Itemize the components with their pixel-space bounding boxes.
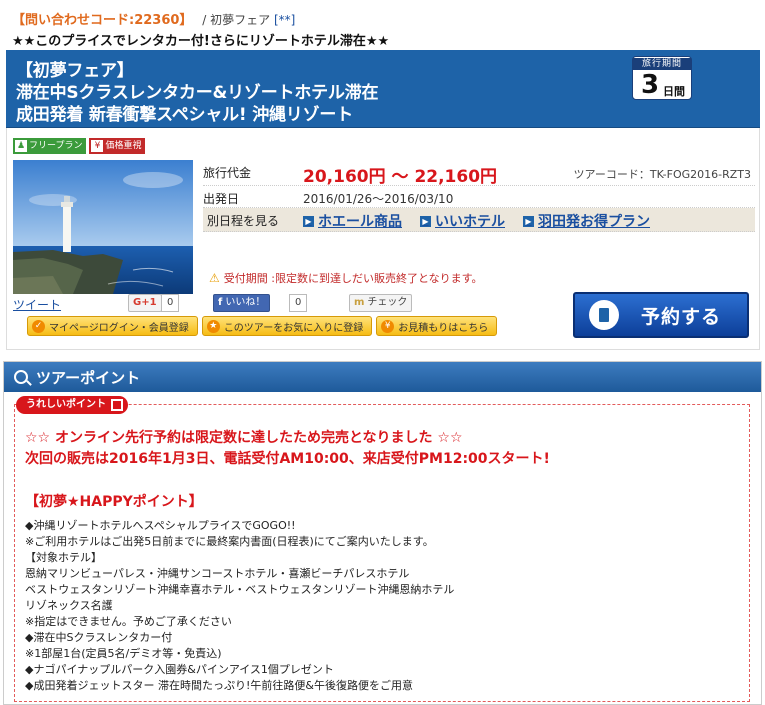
- tour-points-header: ツアーポイント: [4, 362, 761, 392]
- tour-main-panel: ♟ フリープラン ¥ 価格重視 旅行代金 20,160円 ～ 22,160円 ツ…: [6, 128, 760, 350]
- reserve-button[interactable]: 予約する: [573, 292, 749, 338]
- alt-schedule-links: ▶ ホエール商品 ▶ いいホテル ▶ 羽田発お得プラン: [303, 211, 650, 231]
- point-line: ※ご利用ホテルはご出発5日前までに最終案内書面(日程表)にてご案内いたします。: [25, 535, 434, 548]
- departure-row: 出発日 2016/01/26～2016/03/10: [203, 186, 755, 208]
- gplus-button[interactable]: G+1: [128, 294, 162, 312]
- warning-icon: ⚠: [209, 271, 220, 285]
- travel-period-box: 旅行期間 3 日間: [632, 56, 692, 100]
- point-line: ◆ナゴパイナップルパーク入園券&パインアイス1個プレゼント: [25, 663, 334, 676]
- social-bar: ツイート G+1 0 f いいね！ 0 m チェック: [13, 294, 413, 314]
- badge-price-focus: ¥ 価格重視: [89, 138, 146, 154]
- breadcrumb-fair[interactable]: 初夢フェア: [210, 13, 270, 27]
- happy-point-tag: うれしいポイント: [16, 396, 128, 414]
- plan-badges: ♟ フリープラン ¥ 価格重視: [13, 138, 146, 154]
- badge-free-plan: ♟ フリープラン: [13, 138, 87, 154]
- mixi-icon: m: [354, 297, 365, 308]
- mixi-check-button[interactable]: m チェック: [349, 294, 413, 312]
- mypage-login-button[interactable]: ✓ マイページログイン・会員登録: [27, 316, 198, 336]
- tour-code: ツアーコード：TK-FOG2016-RZT3: [573, 168, 751, 181]
- price-label: 旅行代金: [203, 166, 252, 180]
- walking-person-icon: ♟: [15, 140, 27, 152]
- inquiry-code: 【問い合わせコード:22360】: [12, 13, 193, 28]
- tour-points-body: ☆☆ オンライン先行予約は限定数に達したため完売となりました ☆☆ 次回の販売は…: [14, 404, 750, 702]
- tweet-link[interactable]: ツイート: [13, 296, 61, 313]
- period-number: 3: [641, 70, 660, 100]
- banner-line-3: 成田発着 新春衝撃スペシャル! 沖縄リゾート: [16, 105, 353, 125]
- tour-title-banner: 【初夢フェア】 滞在中Sクラスレンタカー&リゾートホテル滞在 成田発着 新春衝撃…: [6, 50, 760, 128]
- tour-points-title: ツアーポイント: [36, 368, 141, 387]
- alt-schedule-label: 別日程を見る: [207, 214, 280, 228]
- point-line: 恩納マリンビューパレス・沖縄サンコーストホテル・喜瀬ビーチパレスホテル: [25, 567, 410, 580]
- star-icon: ★: [206, 319, 220, 333]
- alt-schedule-row: 別日程を見る ▶ ホエール商品 ▶ いいホテル ▶ 羽田発お得プラン: [203, 208, 755, 232]
- point-line: ※1部屋1台(定員5名/デミオ等・免責込): [25, 647, 222, 660]
- period-label: 旅行期間: [633, 58, 691, 70]
- facebook-icon: f: [218, 297, 223, 308]
- yen-icon: ¥: [381, 319, 395, 333]
- link-haneda-plan[interactable]: ▶ 羽田発お得プラン: [523, 211, 650, 231]
- link-whale-product[interactable]: ▶ ホエール商品: [303, 211, 402, 231]
- next-sale-notice: 次回の販売は2016年1月3日、電話受付AM10:00、来店受付PM12:00ス…: [25, 451, 550, 467]
- check-icon: ✓: [32, 319, 45, 333]
- departure-value: 2016/01/26～2016/03/10: [303, 192, 454, 206]
- arrow-right-icon: ▶: [303, 215, 314, 227]
- gplus-count: 0: [161, 294, 180, 312]
- price-row: 旅行代金 20,160円 ～ 22,160円 ツアーコード：TK-FOG2016…: [203, 160, 755, 187]
- soldout-notice: ☆☆ オンライン先行予約は限定数に達したため完売となりました ☆☆: [25, 430, 463, 446]
- header-line: 【問い合わせコード:22360】 / 初夢フェア [**]: [12, 12, 295, 29]
- book-icon: [589, 300, 619, 330]
- add-favorite-button[interactable]: ★ このツアーをお気に入りに登録: [201, 316, 373, 336]
- link-good-hotel[interactable]: ▶ いいホテル: [420, 211, 505, 231]
- tour-photo: [13, 160, 193, 294]
- facebook-count: 0: [289, 294, 308, 312]
- point-line: 【対象ホテル】: [25, 551, 102, 564]
- lighthouse-photo: [13, 160, 193, 294]
- tour-info: 旅行代金 20,160円 ～ 22,160円 ツアーコード：TK-FOG2016…: [203, 160, 755, 285]
- breadcrumb-tag-link[interactable]: [**]: [274, 13, 295, 27]
- breadcrumb: / 初夢フェア [**]: [202, 13, 296, 27]
- period-unit: 日間: [663, 85, 685, 98]
- gift-icon: [111, 399, 123, 411]
- sales-notice: ⚠ 受付期間 :限定数に到達しだい販売終了となります。: [209, 271, 483, 285]
- action-buttons: ✓ マイページログイン・会員登録 ★ このツアーをお気に入りに登録 ¥ お見積もりはこ…: [27, 316, 498, 336]
- point-line: ◆成田発着ジェットスター 滞在時間たっぷり!午前往路便&午後復路便をご用意: [25, 679, 413, 692]
- price-value: 20,160円 ～ 22,160円: [303, 167, 498, 187]
- reserve-label: 予約する: [641, 305, 722, 328]
- search-icon: [14, 370, 28, 384]
- point-line: ※指定はできません。予めご了承ください: [25, 615, 232, 628]
- arrow-right-icon: ▶: [420, 215, 431, 227]
- point-line: ◆滞在中Sクラスレンタカー付: [25, 631, 173, 644]
- yen-icon: ¥: [91, 140, 104, 152]
- departure-label: 出発日: [203, 192, 240, 206]
- arrow-right-icon: ▶: [523, 215, 534, 227]
- catchcopy: ★★このプライスでレンタカー付!さらにリゾートホテル滞在★★: [12, 34, 390, 49]
- happy-point-heading: 【初夢★HAPPYポイント】: [25, 494, 203, 510]
- point-line: ◆沖縄リゾートホテルへスペシャルプライスでGOGO!!: [25, 519, 296, 532]
- estimate-button[interactable]: ¥ お見積もりはこちら: [376, 316, 498, 336]
- point-line: ベストウェスタンリゾート沖縄幸喜ホテル・ベストウェスタンリゾート沖縄恩納ホテル: [25, 583, 455, 596]
- point-line: リゾネックス名護: [25, 599, 113, 612]
- facebook-like-button[interactable]: f いいね！: [213, 294, 271, 312]
